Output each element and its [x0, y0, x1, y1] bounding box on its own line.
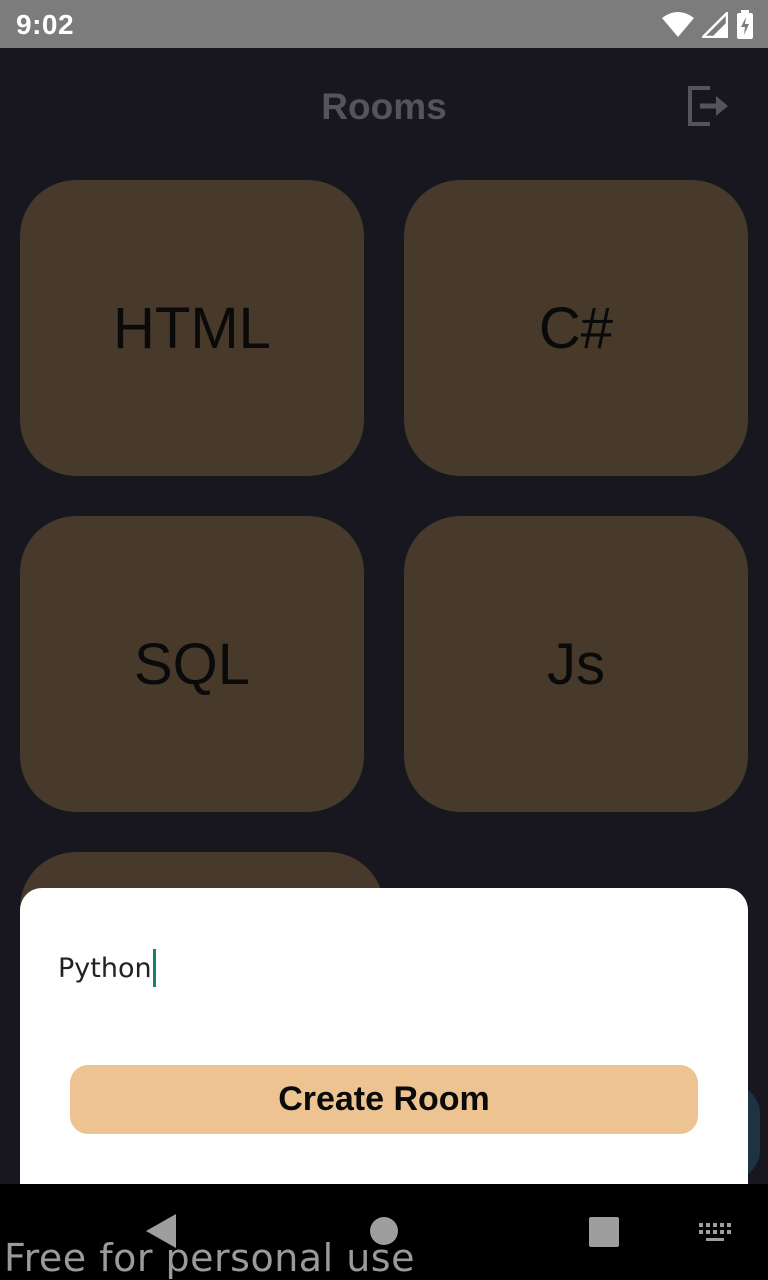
- wifi-icon: [662, 12, 694, 37]
- logout-button[interactable]: [682, 80, 734, 132]
- app-header: Rooms: [0, 48, 768, 160]
- page-title: Rooms: [321, 86, 447, 127]
- create-room-button[interactable]: Create Room: [70, 1065, 698, 1134]
- battery-icon: [737, 10, 753, 39]
- create-room-dialog: Python Create Room: [20, 888, 748, 1184]
- room-tile-js[interactable]: Js: [404, 516, 748, 812]
- room-label: Js: [547, 631, 605, 697]
- room-label: C#: [538, 295, 614, 361]
- status-time: 9:02: [16, 9, 75, 40]
- room-tile-html[interactable]: HTML: [20, 180, 364, 476]
- status-bar: 9:02: [0, 0, 768, 48]
- room-tile-csharp[interactable]: C#: [404, 180, 748, 476]
- status-icons: [662, 10, 754, 40]
- text-caret: [152, 949, 156, 987]
- cell-signal-icon: [702, 12, 728, 38]
- watermark-text: Free for personal use: [4, 1236, 415, 1280]
- keyboard-icon[interactable]: [698, 1222, 732, 1244]
- recents-icon[interactable]: [589, 1217, 619, 1247]
- room-label: SQL: [133, 631, 251, 697]
- room-label: HTML: [113, 295, 271, 361]
- room-name-input[interactable]: Python: [58, 946, 698, 990]
- room-tile-sql[interactable]: SQL: [20, 516, 364, 812]
- logout-icon: [688, 86, 728, 126]
- room-name-value: Python: [58, 952, 152, 984]
